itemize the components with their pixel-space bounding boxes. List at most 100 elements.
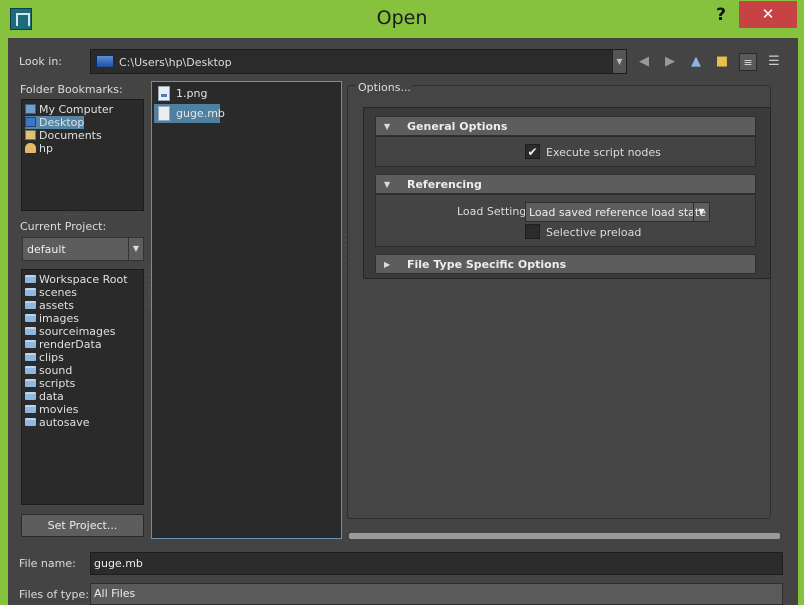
folder-item[interactable]: clips — [25, 351, 64, 364]
folder-icon — [25, 288, 36, 296]
folder-icon — [25, 392, 36, 400]
referencing-header[interactable]: ▼ Referencing — [375, 174, 756, 194]
folder-label: data — [39, 390, 64, 403]
general-options-header[interactable]: ▼ General Options — [375, 116, 756, 136]
expanded-triangle-icon: ▼ — [384, 180, 391, 189]
folder-item[interactable]: scripts — [25, 377, 75, 390]
bookmark-hp[interactable]: hp — [25, 142, 53, 155]
bookmark-label: hp — [39, 142, 53, 155]
folder-label: images — [39, 312, 79, 325]
folder-icon — [25, 353, 36, 361]
set-project-button[interactable]: Set Project... — [21, 514, 144, 537]
folder-icon — [25, 379, 36, 387]
look-in-combo[interactable]: C:\Users\hp\Desktop ▼ — [90, 49, 627, 74]
file-item-1-png[interactable]: 1.png — [154, 84, 220, 103]
selective-preload-checkbox[interactable] — [525, 224, 540, 239]
files-of-type-label: Files of type: — [19, 588, 90, 601]
bookmark-desktop[interactable]: Desktop — [25, 116, 85, 129]
file-type-options-header[interactable]: ▶ File Type Specific Options — [375, 254, 756, 274]
folder-label: assets — [39, 299, 75, 312]
folder-icon — [25, 314, 36, 322]
maya-file-icon — [158, 106, 170, 121]
selective-preload-label: Selective preload — [546, 226, 642, 239]
folder-item[interactable]: movies — [25, 403, 79, 416]
folder-icon — [25, 340, 36, 348]
section-title: General Options — [407, 120, 508, 133]
project-value: default — [27, 243, 66, 256]
bookmarks-list[interactable]: My Computer Desktop Documents hp — [21, 99, 144, 211]
project-select[interactable]: default ▼ — [22, 237, 144, 261]
options-legend: Options... — [356, 81, 413, 94]
forward-icon[interactable]: ▶ — [661, 53, 679, 71]
documents-icon — [25, 130, 36, 140]
folder-bookmarks-label: Folder Bookmarks: — [20, 83, 123, 96]
folder-item[interactable]: Workspace Root — [25, 273, 128, 286]
folder-label: renderData — [39, 338, 102, 351]
folder-label: clips — [39, 351, 64, 364]
folder-label: sound — [39, 364, 73, 377]
computer-icon — [25, 104, 36, 114]
folder-label: scripts — [39, 377, 76, 390]
folder-item[interactable]: data — [25, 390, 64, 403]
file-list[interactable]: 1.png guge.mb — [151, 81, 342, 539]
desktop-icon — [25, 117, 36, 127]
new-folder-icon[interactable]: ■ — [713, 53, 731, 71]
load-settings-select[interactable]: Load saved reference load state ▼ — [525, 202, 710, 222]
dialog-body: Look in: C:\Users\hp\Desktop ▼ ◀ ▶ ▲ ■ ≡… — [8, 38, 798, 605]
title-bar[interactable]: Open ? ✕ — [0, 0, 804, 38]
folder-icon — [25, 418, 36, 426]
load-settings-value: Load saved reference load state — [529, 206, 707, 219]
folder-label: Workspace Root — [39, 273, 128, 286]
folder-item[interactable]: scenes — [25, 286, 77, 299]
expanded-triangle-icon: ▼ — [384, 122, 391, 131]
bookmarks-splitter[interactable]: ······· — [63, 211, 86, 219]
list-view-icon[interactable]: ≡ — [739, 53, 757, 71]
drive-icon — [96, 55, 114, 68]
folder-icon — [25, 275, 36, 283]
chevron-down-icon[interactable]: ▼ — [128, 238, 143, 260]
folder-item[interactable]: images — [25, 312, 79, 325]
window-frame-right — [798, 38, 804, 605]
folder-item[interactable]: assets — [25, 299, 74, 312]
file-name-label: File name: — [19, 557, 76, 570]
folder-icon — [25, 327, 36, 335]
bookmark-my-computer[interactable]: My Computer — [25, 103, 113, 116]
close-button[interactable]: ✕ — [739, 1, 797, 28]
file-label: guge.mb — [176, 107, 225, 120]
folder-item[interactable]: sound — [25, 364, 72, 377]
folder-label: scenes — [39, 286, 78, 299]
chevron-down-icon[interactable]: ▼ — [693, 203, 709, 221]
execute-script-nodes-checkbox[interactable]: ✔ — [525, 144, 540, 159]
bookmark-label: Desktop — [39, 116, 85, 129]
folder-label: movies — [39, 403, 79, 416]
look-in-label: Look in: — [19, 55, 62, 68]
execute-script-nodes-label: Execute script nodes — [546, 146, 661, 159]
load-settings-label: Load Settings — [457, 205, 533, 218]
user-folder-icon — [25, 143, 36, 153]
section-title: File Type Specific Options — [407, 258, 567, 271]
folder-icon — [25, 366, 36, 374]
look-in-path: C:\Users\hp\Desktop — [119, 56, 232, 69]
window-title: Open — [376, 7, 428, 29]
project-folder-list[interactable]: Workspace Root scenes assets images sour… — [21, 269, 144, 505]
image-file-icon — [158, 86, 170, 101]
file-label: 1.png — [176, 87, 208, 100]
options-horizontal-scrollbar[interactable] — [349, 533, 780, 539]
folder-icon — [25, 301, 36, 309]
file-name-input[interactable]: guge.mb — [90, 552, 783, 575]
up-icon[interactable]: ▲ — [687, 53, 705, 71]
look-in-dropdown-arrow[interactable]: ▼ — [612, 50, 626, 73]
folder-label: sourceimages — [39, 325, 116, 338]
folder-item[interactable]: autosave — [25, 416, 90, 429]
files-of-type-select[interactable]: All Files — [90, 583, 783, 605]
window-frame-left — [0, 38, 8, 605]
folder-item[interactable]: sourceimages — [25, 325, 116, 338]
section-title: Referencing — [407, 178, 482, 191]
file-item-guge-mb[interactable]: guge.mb — [154, 104, 225, 123]
help-button[interactable]: ? — [706, 2, 736, 28]
current-project-label: Current Project: — [20, 220, 107, 233]
bookmark-documents[interactable]: Documents — [25, 129, 102, 142]
folder-item[interactable]: renderData — [25, 338, 102, 351]
detail-view-icon[interactable]: ☰ — [765, 53, 783, 71]
back-icon[interactable]: ◀ — [635, 53, 653, 71]
